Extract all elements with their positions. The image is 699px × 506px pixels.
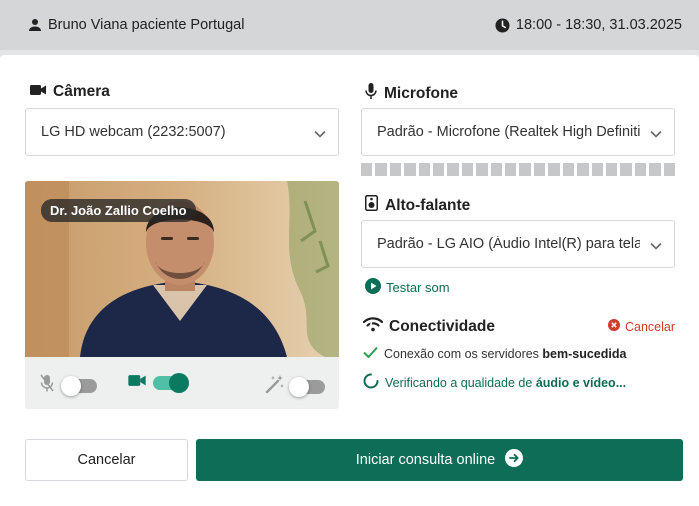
meter-segment bbox=[591, 163, 603, 176]
microphone-toggle[interactable] bbox=[61, 375, 97, 396]
test-sound-label: Testar som bbox=[386, 280, 450, 295]
cancel-button[interactable]: Cancelar bbox=[25, 439, 188, 481]
meter-segment bbox=[433, 163, 445, 176]
play-circle-icon bbox=[365, 278, 381, 297]
device-setup-panel: Câmera LG HD webcam (2232:5007) Microfon… bbox=[0, 55, 699, 506]
microphone-toggle-control bbox=[40, 374, 97, 397]
server-connection-status: Conexão com os servidores bem-sucedida bbox=[363, 346, 626, 361]
videocam-icon bbox=[128, 374, 146, 392]
quality-status-prefix: Verificando a qualidade de bbox=[385, 375, 536, 390]
microphone-select[interactable]: Padrão - Microfone (Realtek High Definit… bbox=[361, 108, 675, 156]
camera-select[interactable]: LG HD webcam (2232:5007) bbox=[25, 108, 339, 156]
chevron-down-icon bbox=[314, 126, 326, 142]
speaker-section-label: Alto-falante bbox=[365, 195, 470, 216]
camera-section-label: Câmera bbox=[30, 83, 110, 101]
connectivity-cancel-label: Cancelar bbox=[624, 319, 675, 334]
meter-segment bbox=[447, 163, 459, 176]
check-icon bbox=[363, 346, 378, 361]
server-status-text: Conexão com os servidores bem-sucedida bbox=[384, 347, 626, 361]
meter-segment bbox=[418, 163, 431, 176]
camera-toggle[interactable] bbox=[153, 373, 189, 393]
speaker-select[interactable]: Padrão - LG AIO (Áudio Intel(R) para tel… bbox=[361, 220, 675, 268]
start-consultation-label: Iniciar consulta online bbox=[355, 452, 496, 468]
meter-segment bbox=[389, 163, 402, 176]
microphone-icon bbox=[365, 83, 377, 104]
meter-segment bbox=[605, 163, 618, 176]
meter-segment bbox=[461, 163, 474, 176]
clock-icon bbox=[495, 17, 510, 33]
chevron-down-icon bbox=[650, 126, 662, 142]
patient-info: Bruno Viana paciente Portugal bbox=[28, 17, 244, 33]
meter-segment bbox=[476, 163, 488, 176]
server-status-prefix: Conexão com os servidores bbox=[384, 346, 543, 361]
microphone-label: Microfone bbox=[384, 84, 459, 102]
server-status-value: bem-sucedida bbox=[542, 346, 627, 361]
speaker-icon bbox=[365, 195, 378, 216]
participant-name-tag: Dr. João Zallio Coelho bbox=[41, 199, 196, 222]
meter-segment bbox=[404, 163, 416, 176]
speaker-label: Alto-falante bbox=[385, 196, 471, 214]
arrow-right-circle-icon bbox=[505, 449, 524, 471]
meter-segment bbox=[375, 163, 387, 176]
meter-segment bbox=[577, 163, 589, 176]
quality-status-text: Verificando a qualidade de áudio e vídeo… bbox=[385, 376, 626, 390]
chevron-down-icon bbox=[650, 238, 662, 254]
meter-segment bbox=[490, 163, 503, 176]
meter-segment bbox=[663, 163, 675, 176]
connectivity-cancel-button[interactable]: Cancelar bbox=[607, 319, 675, 334]
background-effect-toggle[interactable] bbox=[289, 376, 325, 397]
patient-name: Bruno Viana paciente Portugal bbox=[48, 17, 245, 33]
videocam-icon bbox=[30, 83, 46, 101]
meter-segment bbox=[361, 163, 373, 176]
quality-status-subject: áudio e vídeo... bbox=[535, 375, 627, 390]
meter-segment bbox=[519, 163, 531, 176]
magic-wand-icon bbox=[265, 374, 285, 399]
appointment-schedule: 18:00 - 18:30, 31.03.2025 bbox=[515, 17, 682, 33]
microphone-selected-value: Padrão - Microfone (Realtek High Definit… bbox=[377, 124, 640, 140]
preview-controls bbox=[25, 357, 339, 409]
test-sound-link[interactable]: Testar som bbox=[365, 278, 450, 297]
meter-segment bbox=[505, 163, 517, 176]
meter-segment bbox=[649, 163, 661, 176]
start-consultation-button[interactable]: Iniciar consulta online bbox=[196, 439, 683, 481]
quality-check-status: Verificando a qualidade de áudio e vídeo… bbox=[363, 373, 626, 392]
camera-label: Câmera bbox=[53, 83, 110, 100]
error-circle-icon bbox=[607, 319, 620, 334]
camera-selected-value: LG HD webcam (2232:5007) bbox=[41, 124, 226, 140]
camera-toggle-control bbox=[128, 373, 189, 393]
connectivity-section-label: Conectividade bbox=[362, 316, 495, 337]
top-bar: Bruno Viana paciente Portugal 18:00 - 18… bbox=[0, 0, 699, 50]
meter-segment bbox=[562, 163, 575, 176]
background-effect-toggle-control bbox=[265, 374, 325, 399]
person-icon bbox=[28, 18, 42, 32]
meter-segment bbox=[634, 163, 647, 176]
microphone-section-label: Microfone bbox=[365, 83, 458, 104]
appointment-time: 18:00 - 18:30, 31.03.2025 bbox=[495, 17, 682, 33]
loading-spinner-icon bbox=[363, 373, 379, 392]
microphone-off-icon bbox=[40, 374, 54, 397]
wifi-icon bbox=[362, 316, 384, 337]
connectivity-label: Conectividade bbox=[389, 317, 495, 335]
speaker-selected-value: Padrão - LG AIO (Áudio Intel(R) para tel… bbox=[377, 236, 640, 252]
meter-segment bbox=[620, 163, 632, 176]
video-preview: Dr. João Zallio Coelho bbox=[25, 181, 339, 409]
meter-segment bbox=[533, 163, 546, 176]
meter-segment bbox=[548, 163, 560, 176]
microphone-level-meter bbox=[361, 163, 675, 176]
